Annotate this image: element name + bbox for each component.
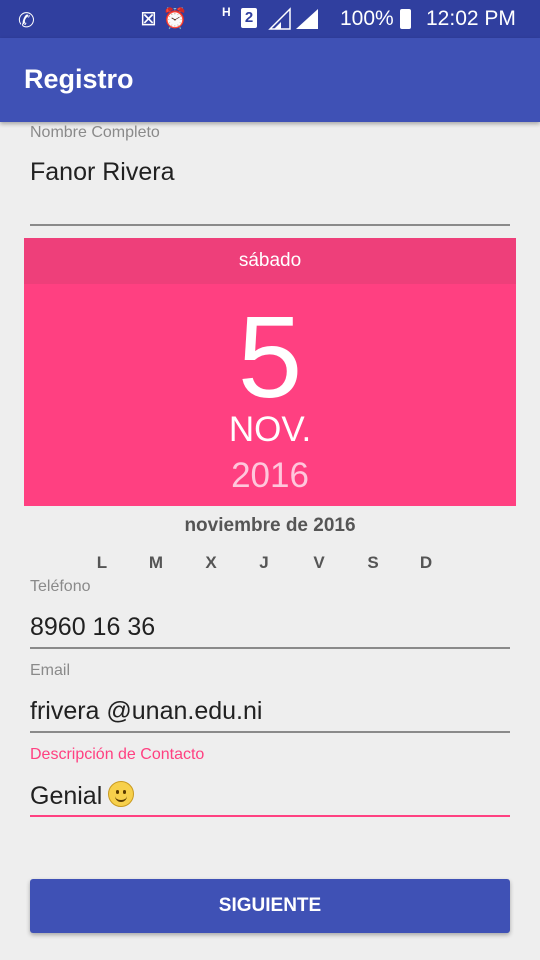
- calendar-year[interactable]: 2016: [24, 456, 516, 496]
- email-field[interactable]: frivera @unan.edu.ni: [30, 697, 262, 726]
- weekday-label: D: [419, 553, 433, 572]
- calendar-month-title: noviembre de 2016: [184, 515, 356, 536]
- weekday-label: L: [96, 553, 108, 572]
- weekday-label: X: [205, 553, 217, 572]
- phone-field[interactable]: 8960 16 36: [30, 613, 155, 642]
- whatsapp-icon: ✆: [18, 10, 35, 32]
- name-label: Nombre Completo: [30, 124, 160, 141]
- alarm-icon: ⏰: [162, 8, 194, 30]
- description-field[interactable]: Genial: [30, 781, 135, 811]
- clock: 12:02 PM: [426, 7, 516, 30]
- battery-icon: [400, 9, 411, 29]
- signal-icon: [268, 7, 318, 30]
- weekday-label: M: [148, 553, 164, 572]
- weekday-label: V: [313, 553, 325, 572]
- status-icons: ⊠⏰: [140, 6, 194, 31]
- smiley-emoji-icon: [108, 781, 135, 807]
- status-bar: ✆ ⊠⏰ H 2 100% 12:02 PM: [0, 0, 540, 38]
- description-value: Genial: [30, 782, 103, 810]
- name-field-underline: [30, 224, 510, 226]
- battery-percent: 100%: [340, 7, 394, 30]
- phone-field-underline: [30, 647, 510, 649]
- calendar-date-display[interactable]: 5 NOV. 2016: [24, 284, 516, 506]
- page-title: Registro: [24, 64, 134, 94]
- description-field-underline: [30, 815, 510, 817]
- calendar-month[interactable]: NOV.: [24, 410, 516, 450]
- vibrate-mute-icon: ⊠: [140, 8, 163, 30]
- email-label: Email: [30, 662, 71, 679]
- weekday-label: S: [367, 553, 379, 572]
- weekday-label: J: [259, 553, 269, 572]
- calendar-day[interactable]: 5: [24, 292, 516, 422]
- next-button[interactable]: SIGUIENTE: [30, 879, 510, 933]
- calendar-weekday-header: sábado: [24, 238, 516, 284]
- email-field-underline: [30, 731, 510, 733]
- phone-label: Teléfono: [30, 578, 91, 595]
- sim2-icon: 2: [241, 8, 257, 28]
- h-data-icon: H: [222, 5, 231, 19]
- app-bar: Registro: [0, 38, 540, 122]
- name-field[interactable]: Fanor Rivera: [30, 158, 175, 187]
- description-label: Descripción de Contacto: [30, 746, 205, 763]
